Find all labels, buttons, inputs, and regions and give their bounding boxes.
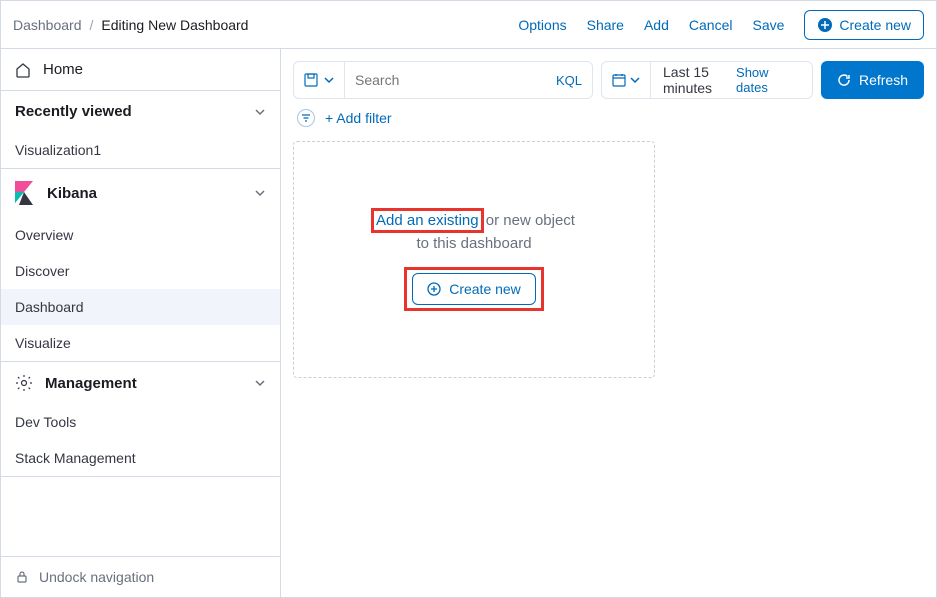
- refresh-label: Refresh: [859, 72, 908, 88]
- create-new-button[interactable]: Create new: [804, 10, 924, 40]
- sidebar-item-discover[interactable]: Discover: [1, 253, 280, 289]
- refresh-icon: [837, 73, 851, 87]
- sidebar-home-label: Home: [43, 61, 83, 78]
- filter-bar: + Add filter: [293, 107, 924, 137]
- dropzone-text-line2: to this dashboard: [416, 235, 531, 252]
- saved-query-button[interactable]: [294, 62, 345, 98]
- create-new-highlight: Create new: [406, 269, 542, 309]
- options-link[interactable]: Options: [518, 17, 566, 33]
- recently-viewed-title: Recently viewed: [15, 103, 132, 120]
- breadcrumb-current: Editing New Dashboard: [101, 17, 248, 33]
- top-bar: Dashboard / Editing New Dashboard Option…: [1, 1, 936, 49]
- save-query-icon: [304, 73, 318, 87]
- kibana-header[interactable]: Kibana: [1, 169, 280, 217]
- dashboard-dropzone: Add an existing or new object to this da…: [293, 141, 655, 378]
- chevron-down-icon: [324, 75, 334, 85]
- sidebar-item-dashboard[interactable]: Dashboard: [1, 289, 280, 325]
- chevron-down-icon: [630, 75, 640, 85]
- share-link[interactable]: Share: [587, 17, 624, 33]
- dropzone-create-new-label: Create new: [449, 281, 521, 297]
- sidebar-home[interactable]: Home: [1, 49, 280, 90]
- gear-icon: [15, 374, 33, 392]
- add-existing-link[interactable]: Add an existing: [373, 210, 482, 231]
- kql-toggle[interactable]: KQL: [546, 73, 592, 88]
- recently-viewed-header[interactable]: Recently viewed: [1, 91, 280, 132]
- kibana-logo-icon: [15, 181, 35, 205]
- show-dates-link[interactable]: Show dates: [724, 65, 812, 95]
- filter-options-icon[interactable]: [297, 109, 315, 127]
- create-new-label: Create new: [839, 17, 911, 33]
- plus-circle-icon: [427, 282, 441, 296]
- sidebar-item-overview[interactable]: Overview: [1, 217, 280, 253]
- chevron-down-icon: [254, 187, 266, 199]
- content-area: Home Recently viewed Visualization1 Kiba…: [1, 49, 936, 597]
- main-panel: KQL Last 15 minutes Show dates Refresh +…: [281, 49, 936, 597]
- add-link[interactable]: Add: [644, 17, 669, 33]
- sidebar: Home Recently viewed Visualization1 Kiba…: [1, 49, 281, 597]
- plus-circle-icon: [817, 17, 833, 33]
- lock-icon: [15, 570, 29, 584]
- search-input[interactable]: [345, 72, 546, 88]
- dropzone-text-or-new: or new object: [482, 212, 575, 229]
- top-actions: Options Share Add Cancel Save Create new: [518, 10, 924, 40]
- dropzone-text: Add an existing or new object to this da…: [373, 210, 575, 255]
- recently-viewed-item[interactable]: Visualization1: [1, 132, 280, 168]
- dropzone-create-new-button[interactable]: Create new: [412, 273, 536, 305]
- home-icon: [15, 62, 31, 78]
- date-range-text[interactable]: Last 15 minutes: [651, 64, 724, 96]
- breadcrumb: Dashboard / Editing New Dashboard: [13, 17, 248, 33]
- chevron-down-icon: [254, 106, 266, 118]
- management-title: Management: [45, 375, 137, 392]
- cancel-link[interactable]: Cancel: [689, 17, 733, 33]
- undock-label: Undock navigation: [39, 569, 154, 585]
- undock-navigation[interactable]: Undock navigation: [1, 556, 280, 597]
- refresh-button[interactable]: Refresh: [821, 61, 924, 99]
- breadcrumb-root[interactable]: Dashboard: [13, 17, 82, 33]
- sidebar-item-stack-management[interactable]: Stack Management: [1, 440, 280, 476]
- kibana-title: Kibana: [47, 185, 97, 202]
- chevron-down-icon: [254, 377, 266, 389]
- calendar-button[interactable]: [602, 62, 651, 98]
- date-picker: Last 15 minutes Show dates: [601, 61, 813, 99]
- sidebar-item-devtools[interactable]: Dev Tools: [1, 404, 280, 440]
- add-filter-link[interactable]: + Add filter: [325, 110, 392, 126]
- save-link[interactable]: Save: [752, 17, 784, 33]
- sidebar-item-visualize[interactable]: Visualize: [1, 325, 280, 361]
- breadcrumb-separator: /: [90, 17, 94, 33]
- query-bar: KQL Last 15 minutes Show dates Refresh: [293, 61, 924, 99]
- calendar-icon: [612, 73, 626, 87]
- search-box: KQL: [293, 61, 593, 99]
- management-header[interactable]: Management: [1, 362, 280, 404]
